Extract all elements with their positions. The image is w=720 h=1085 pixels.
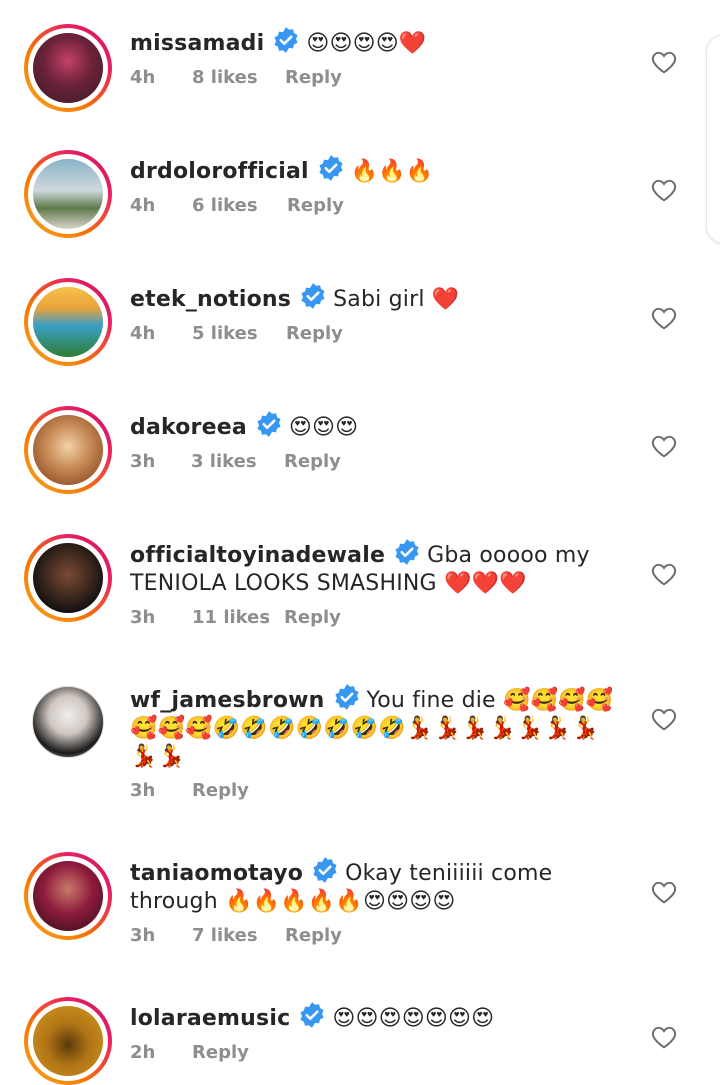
heart-outline-icon[interactable] bbox=[651, 50, 677, 74]
avatar[interactable] bbox=[24, 534, 112, 622]
verified-badge-icon bbox=[395, 539, 419, 565]
comment-meta: 2h Reply bbox=[130, 1042, 249, 1063]
comment-text: 😍😍😍😍❤️ bbox=[306, 31, 427, 56]
avatar[interactable] bbox=[24, 997, 112, 1085]
comment-meta: 4h 5 likes Reply bbox=[130, 323, 343, 344]
comment-time: 3h bbox=[130, 925, 156, 946]
comment-meta: 3h 7 likes Reply bbox=[130, 925, 342, 946]
verified-badge-icon bbox=[300, 1002, 324, 1028]
verified-badge-icon bbox=[301, 283, 325, 309]
comment-text: 😍😍😍 bbox=[288, 415, 359, 440]
comment-meta: 3h 3 likes Reply bbox=[130, 451, 341, 472]
comment-time: 3h bbox=[130, 607, 156, 628]
verified-badge-icon bbox=[319, 155, 343, 181]
comment-time: 4h bbox=[130, 195, 156, 216]
reply-button[interactable]: Reply bbox=[284, 607, 341, 628]
comment-text: 🔥🔥🔥 bbox=[350, 159, 434, 184]
avatar-image bbox=[33, 543, 103, 613]
avatar-image bbox=[33, 33, 103, 103]
reply-button[interactable]: Reply bbox=[285, 67, 342, 88]
comment-time: 4h bbox=[130, 67, 156, 88]
heart-outline-icon[interactable] bbox=[651, 306, 677, 330]
heart-outline-icon[interactable] bbox=[651, 178, 677, 202]
like-count[interactable]: 6 likes bbox=[192, 195, 287, 216]
reply-button[interactable]: Reply bbox=[192, 1042, 249, 1063]
comment-username[interactable]: missamadi bbox=[130, 31, 264, 56]
comment-username[interactable]: wf_jamesbrown bbox=[130, 688, 325, 713]
comment-meta: 4h 6 likes Reply bbox=[130, 195, 344, 216]
verified-badge-icon bbox=[334, 684, 359, 710]
comment-meta: 3h Reply bbox=[130, 780, 249, 801]
heart-outline-icon[interactable] bbox=[651, 1025, 677, 1049]
avatar-image bbox=[32, 686, 104, 758]
comment-username[interactable]: drdolorofficial bbox=[130, 159, 309, 184]
like-count[interactable]: 3 likes bbox=[191, 451, 284, 472]
reply-button[interactable]: Reply bbox=[192, 780, 249, 801]
reply-button[interactable]: Reply bbox=[287, 195, 344, 216]
heart-outline-icon[interactable] bbox=[651, 880, 677, 904]
reply-button[interactable]: Reply bbox=[285, 925, 342, 946]
heart-outline-icon[interactable] bbox=[651, 434, 677, 458]
avatar-image bbox=[33, 861, 103, 931]
avatar-image bbox=[33, 1006, 103, 1076]
comment-time: 3h bbox=[130, 451, 156, 472]
comment-username[interactable]: lolaraemusic bbox=[130, 1006, 290, 1031]
side-panel-edge bbox=[706, 34, 720, 244]
verified-badge-icon bbox=[257, 411, 281, 437]
avatar[interactable] bbox=[24, 150, 112, 238]
verified-badge-icon bbox=[274, 27, 298, 53]
comment-username[interactable]: taniaomotayo bbox=[130, 861, 303, 886]
comment-username[interactable]: officialtoyinadewale bbox=[130, 543, 385, 568]
verified-badge-icon bbox=[313, 857, 337, 883]
heart-outline-icon[interactable] bbox=[651, 707, 677, 731]
heart-outline-icon[interactable] bbox=[651, 562, 677, 586]
comment-time: 4h bbox=[130, 323, 156, 344]
comment-time: 3h bbox=[130, 780, 156, 801]
avatar[interactable] bbox=[24, 678, 112, 766]
comment-time: 2h bbox=[130, 1042, 156, 1063]
avatar-image bbox=[33, 415, 103, 485]
comment-meta: 4h 8 likes Reply bbox=[130, 67, 342, 88]
avatar[interactable] bbox=[24, 406, 112, 494]
comment-username[interactable]: dakoreea bbox=[130, 415, 247, 440]
comment-username[interactable]: etek_notions bbox=[130, 287, 291, 312]
avatar[interactable] bbox=[24, 278, 112, 366]
comment-meta: 3h 11 likes Reply bbox=[130, 607, 341, 628]
like-count[interactable]: 7 likes bbox=[192, 925, 285, 946]
avatar-image bbox=[33, 159, 103, 229]
reply-button[interactable]: Reply bbox=[284, 451, 341, 472]
avatar[interactable] bbox=[24, 852, 112, 940]
avatar-image bbox=[33, 287, 103, 357]
comment-text: Sabi girl ❤️ bbox=[333, 287, 460, 312]
like-count[interactable]: 11 likes bbox=[192, 607, 284, 628]
avatar[interactable] bbox=[24, 24, 112, 112]
reply-button[interactable]: Reply bbox=[286, 323, 343, 344]
comment-text: 😍😍😍😍😍😍😍 bbox=[332, 1006, 495, 1031]
like-count[interactable]: 5 likes bbox=[192, 323, 286, 344]
like-count[interactable]: 8 likes bbox=[192, 67, 285, 88]
